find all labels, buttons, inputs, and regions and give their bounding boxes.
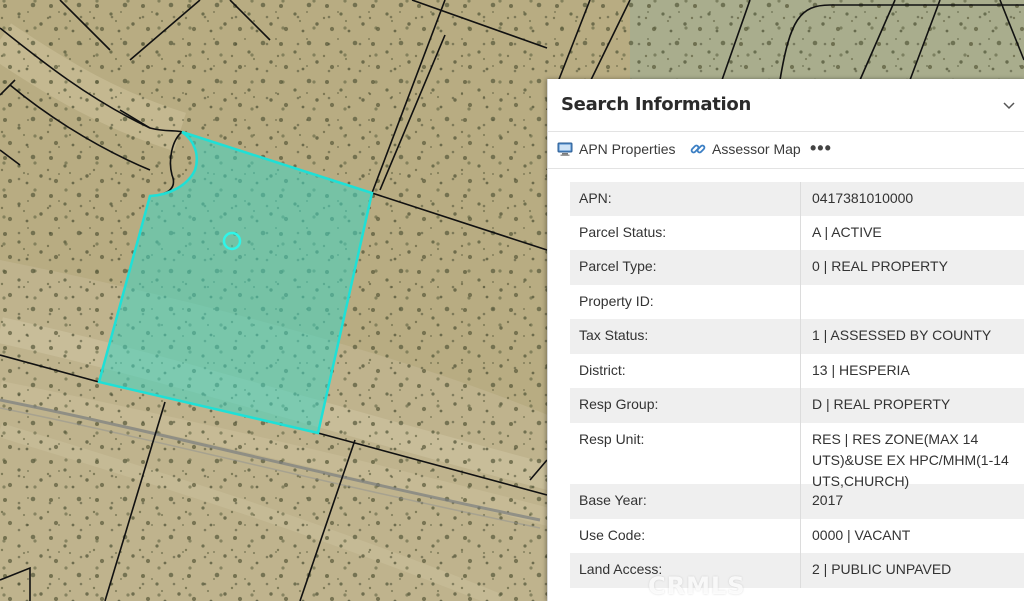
property-value: D | REAL PROPERTY — [812, 396, 951, 412]
link-icon — [689, 140, 707, 158]
table-row: Parcel Status: A | ACTIVE — [570, 216, 1024, 250]
assessor-map-label: Assessor Map — [712, 141, 801, 157]
table-row: Base Year: 2017 — [570, 484, 1024, 519]
property-label: Base Year: — [570, 484, 801, 519]
property-value: 13 | HESPERIA — [812, 362, 910, 378]
table-row: Tax Status: 1 | ASSESSED BY COUNTY — [570, 319, 1024, 354]
table-row: Parcel Type: 0 | REAL PROPERTY — [570, 250, 1024, 285]
table-row: District: 13 | HESPERIA — [570, 354, 1024, 388]
more-options-button[interactable]: ••• — [810, 138, 832, 159]
table-row: Land Access: 2 | PUBLIC UNPAVED — [570, 553, 1024, 588]
apn-properties-label: APN Properties — [579, 141, 676, 157]
panel-header: Search Information — [548, 79, 1024, 132]
panel-title: Search Information — [561, 94, 751, 115]
search-information-panel: Search Information APN Properties Assess… — [547, 79, 1024, 601]
apn-properties-button[interactable]: APN Properties — [556, 140, 675, 158]
table-row: APN: 0417381010000 — [570, 182, 1024, 216]
property-label: District: — [570, 354, 801, 388]
property-value: 0 | REAL PROPERTY — [812, 258, 948, 274]
property-label: Property ID: — [570, 285, 801, 319]
property-value: 2017 — [812, 492, 844, 508]
property-value: 0000 | VACANT — [812, 527, 911, 543]
property-label: Use Code: — [570, 519, 801, 553]
property-value — [801, 285, 1024, 319]
properties-table: APN: 0417381010000 Parcel Status: A | ACTIV… — [570, 182, 1024, 588]
table-row: Property ID: — [570, 285, 1024, 319]
property-label: Tax Status: — [570, 319, 801, 354]
property-value: 0417381010000 — [812, 190, 914, 206]
property-value: A | ACTIVE — [812, 224, 882, 240]
table-row: Resp Unit: RES | RES ZONE(MAX 14 UTS)&USE… — [570, 423, 1024, 489]
property-label: Resp Unit: — [570, 423, 801, 484]
property-label: APN: — [570, 182, 801, 216]
table-row: Use Code: 0000 | VACANT — [570, 519, 1024, 553]
panel-toolbar: APN Properties Assessor Map ••• — [548, 132, 1024, 169]
property-label: Resp Group: — [570, 388, 801, 423]
chevron-down-icon[interactable] — [999, 95, 1019, 115]
watermark: CRMLS — [648, 572, 746, 600]
property-value: 1 | ASSESSED BY COUNTY — [812, 327, 992, 343]
property-value: 2 | PUBLIC UNPAVED — [812, 561, 952, 577]
assessor-map-button[interactable]: Assessor Map — [689, 140, 801, 158]
monitor-icon — [556, 140, 574, 158]
table-row: Resp Group: D | REAL PROPERTY — [570, 388, 1024, 423]
property-value: RES | RES ZONE(MAX 14 UTS)&USE EX HPC/MH… — [812, 431, 1009, 489]
property-label: Parcel Type: — [570, 250, 801, 285]
property-label: Parcel Status: — [570, 216, 801, 250]
